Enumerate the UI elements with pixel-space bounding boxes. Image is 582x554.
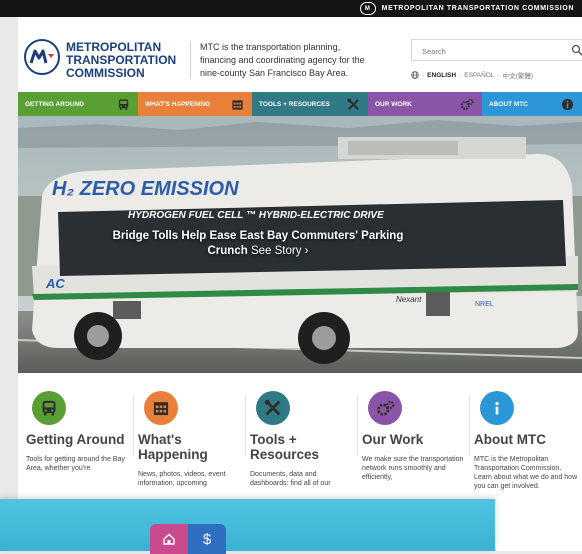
nav-tools-resources-label: TOOLS + RESOURCES	[259, 100, 330, 108]
nav-whats-happening-label: WHAT'S HAPPENING	[145, 100, 211, 108]
card-divider	[133, 395, 134, 455]
nav-about-mtc[interactable]: ABOUT MTC	[482, 92, 582, 116]
calendar-icon	[144, 391, 178, 425]
gears-icon	[460, 98, 474, 110]
nav-about-mtc-label: ABOUT MTC	[489, 100, 528, 108]
search-box[interactable]	[411, 39, 582, 61]
overlay-icons: $	[150, 524, 226, 554]
card-divider	[245, 395, 246, 455]
nav-getting-around-label: GETTING AROUND	[25, 100, 84, 108]
nav-tools-resources[interactable]: TOOLS + RESOURCES	[252, 92, 368, 116]
card-description: MTC is the Metropolitan Transportation C…	[474, 456, 578, 490]
nav-our-work[interactable]: OUR WORK	[368, 92, 482, 116]
lang-chinese[interactable]: 中文(繁體)	[503, 70, 533, 80]
gears-icon	[368, 391, 402, 425]
tagline-line-2: financing and coordinating agency for th…	[200, 55, 365, 65]
card-description: We make sure the transportation network …	[362, 456, 464, 481]
card-description: News, photos, videos, event information,…	[138, 471, 226, 487]
header: METROPOLITAN TRANSPORTATION COMMISSION M…	[18, 17, 582, 92]
mtc-logo-mark	[29, 49, 54, 64]
nav-getting-around[interactable]: GETTING AROUND	[18, 92, 138, 116]
card-our-work[interactable]: Our Work We make sure the transportation…	[362, 391, 467, 482]
top-bar: M METROPOLITAN TRANSPORTATION COMMISSION	[0, 0, 582, 17]
main-nav: GETTING AROUND WHAT'S HAPPENING TOOLS + …	[18, 92, 582, 116]
see-story-link[interactable]: See Story ›	[251, 245, 309, 257]
tools-icon	[256, 391, 290, 425]
bus-lettering-ac: AC	[45, 276, 65, 291]
card-title[interactable]: What's Happening	[138, 432, 243, 462]
language-selector: · ENGLISH · ESPAÑOL · 中文(繁體)	[411, 70, 533, 80]
hero-banner[interactable]: H₂ ZERO EMISSION HYDROGEN FUEL CELL ™ HY…	[18, 116, 582, 373]
bus-icon	[118, 98, 129, 110]
card-title[interactable]: Tools + Resources	[250, 432, 355, 462]
card-description: Documents, data and dashboards: find all…	[250, 471, 331, 487]
search-icon[interactable]	[571, 44, 582, 56]
tagline-line-1: MTC is the transportation planning,	[200, 42, 341, 52]
mtc-logo-icon[interactable]	[24, 39, 60, 75]
globe-icon	[411, 71, 419, 79]
card-title[interactable]: About MTC	[474, 432, 579, 447]
card-description: Tools for getting around the Bay Area, w…	[26, 456, 125, 472]
header-divider	[190, 41, 191, 79]
logo-text[interactable]: METROPOLITAN TRANSPORTATION COMMISSION	[66, 41, 176, 80]
card-getting-around[interactable]: Getting Around Tools for getting around …	[26, 391, 131, 473]
card-divider	[357, 395, 358, 455]
lang-espanol[interactable]: ESPAÑOL	[464, 72, 494, 79]
card-tools-resources[interactable]: Tools + Resources Documents, data and da…	[250, 391, 355, 488]
bus-lettering-nexant: Nexant	[396, 295, 422, 304]
bus-lettering-fuel-cell: HYDROGEN FUEL CELL ™ HYBRID-ELECTRIC DRI…	[128, 210, 384, 221]
card-whats-happening[interactable]: What's Happening News, photos, videos, e…	[138, 391, 243, 488]
card-divider	[469, 395, 470, 455]
info-icon	[480, 391, 514, 425]
tagline-line-3: nine-county San Francisco Bay Area.	[200, 68, 349, 78]
nav-our-work-label: OUR WORK	[375, 100, 412, 108]
house-icon[interactable]	[150, 524, 188, 554]
hero-caption[interactable]: Bridge Tolls Help Ease East Bay Commuter…	[108, 229, 408, 259]
card-title[interactable]: Our Work	[362, 432, 467, 447]
nav-whats-happening[interactable]: WHAT'S HAPPENING	[138, 92, 252, 116]
card-title[interactable]: Getting Around	[26, 432, 131, 447]
promo-overlay: $	[0, 499, 495, 554]
card-about-mtc[interactable]: About MTC MTC is the Metropolitan Transp…	[474, 391, 579, 491]
info-icon	[561, 98, 574, 110]
calendar-icon	[232, 99, 243, 110]
dollar-icon[interactable]: $	[188, 524, 226, 554]
bus-icon	[32, 391, 66, 425]
mtc-mini-logo-icon: M	[359, 2, 376, 15]
dollar-glyph: $	[202, 530, 212, 548]
lang-english[interactable]: ENGLISH	[427, 72, 456, 79]
tagline: MTC is the transportation planning, fina…	[200, 41, 378, 80]
topbar-brand-text: METROPOLITAN TRANSPORTATION COMMISSION	[381, 5, 574, 12]
bus-lettering-nrel: NREL	[475, 301, 494, 308]
logo-line-3: COMMISSION	[66, 66, 145, 80]
tools-icon	[347, 97, 359, 110]
bus-lettering-zero-emission: H₂ ZERO EMISSION	[52, 178, 239, 200]
search-input[interactable]	[420, 41, 574, 61]
topbar-brand[interactable]: M METROPOLITAN TRANSPORTATION COMMISSION	[359, 2, 574, 15]
page: METROPOLITAN TRANSPORTATION COMMISSION M…	[18, 17, 582, 551]
